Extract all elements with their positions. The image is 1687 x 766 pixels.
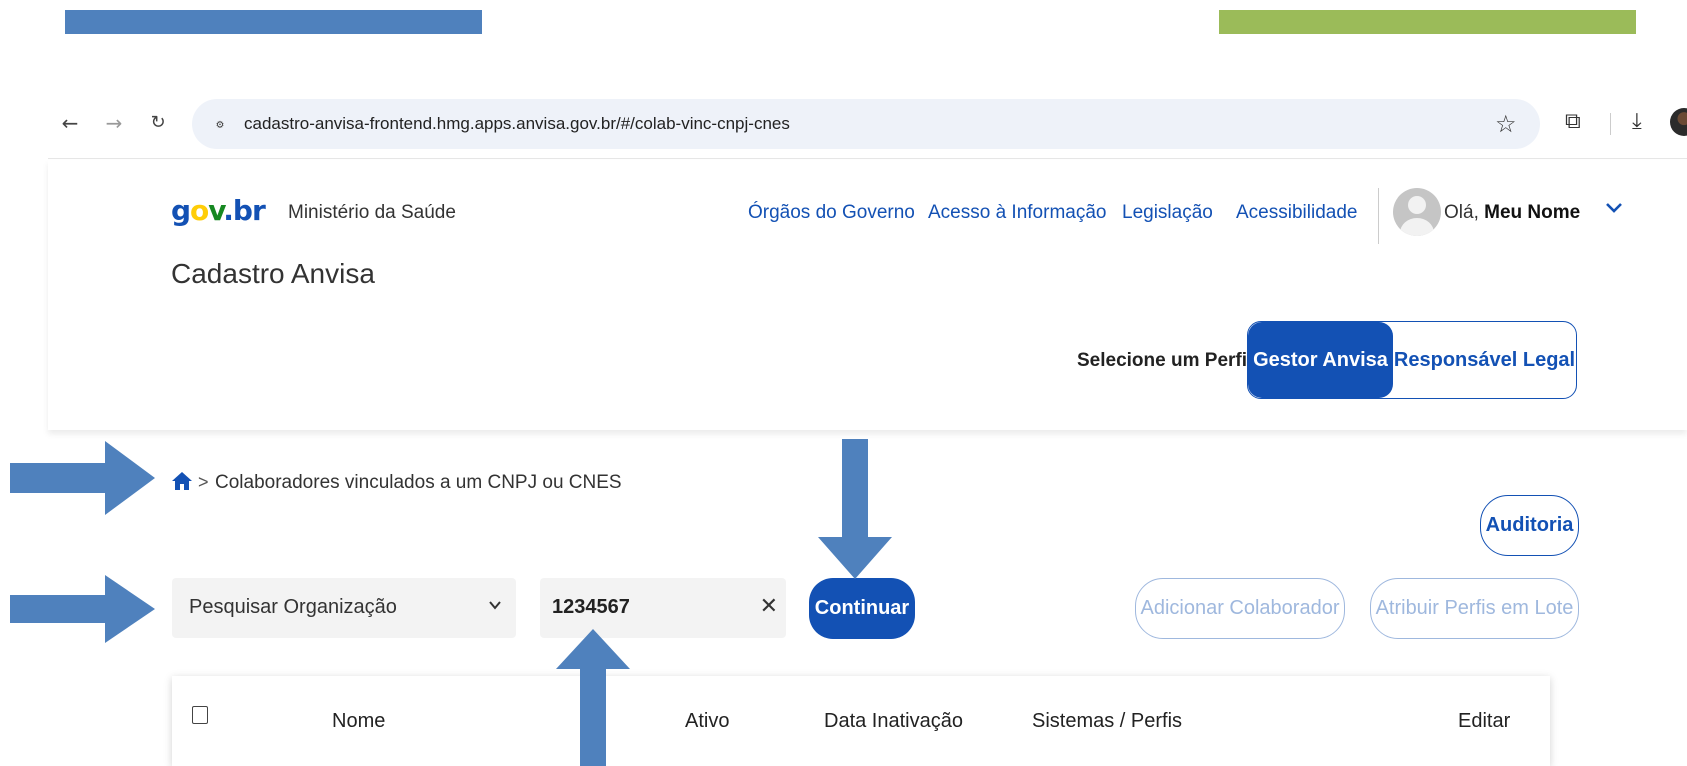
annotation-arrow-breadcrumb bbox=[10, 441, 155, 515]
user-avatar-icon[interactable] bbox=[1393, 188, 1441, 236]
link-acessibilidade[interactable]: Acessibilidade bbox=[1236, 202, 1357, 224]
download-icon[interactable]: ⤓ bbox=[1632, 109, 1642, 135]
link-legislacao[interactable]: Legislação bbox=[1122, 202, 1213, 224]
home-icon[interactable] bbox=[171, 471, 193, 491]
decorative-blue-bar bbox=[65, 10, 482, 34]
user-greeting[interactable]: Olá, Meu Nome bbox=[1444, 202, 1580, 224]
address-bar[interactable]: ⚙ cadastro-anvisa-frontend.hmg.apps.anvi… bbox=[192, 99, 1540, 149]
forward-arrow-icon[interactable]: → bbox=[102, 111, 126, 135]
annotation-arrow-continuar bbox=[818, 439, 892, 579]
header-divider bbox=[1378, 188, 1379, 244]
organization-select[interactable]: Pesquisar Organização bbox=[172, 578, 516, 638]
column-header-sistemas-perfis[interactable]: Sistemas / Perfis bbox=[1032, 710, 1182, 733]
ministry-name: Ministério da Saúde bbox=[288, 202, 456, 223]
extensions-icon[interactable]: ⧉ bbox=[1565, 109, 1581, 135]
browser-profile-avatar[interactable] bbox=[1670, 108, 1687, 136]
search-input-value[interactable]: 1234567 bbox=[552, 596, 630, 619]
adicionar-colaborador-button[interactable]: Adicionar Colaborador bbox=[1135, 578, 1345, 639]
govbr-logo[interactable]: gov.br bbox=[171, 194, 266, 227]
browser-toolbar: ← → ↻ ⚙ cadastro-anvisa-frontend.hmg.app… bbox=[48, 95, 1687, 159]
greeting-prefix: Olá, bbox=[1444, 202, 1479, 223]
toolbar-divider bbox=[1610, 113, 1611, 135]
collaborators-table: Nome Ativo Data Inativação Sistemas / Pe… bbox=[172, 676, 1550, 766]
clear-icon[interactable]: ✕ bbox=[760, 594, 778, 619]
user-name: Meu Nome bbox=[1484, 202, 1581, 223]
app-title: Cadastro Anvisa bbox=[171, 258, 375, 289]
site-info-icon[interactable]: ⚙ bbox=[210, 114, 230, 134]
annotation-arrow-input bbox=[556, 629, 630, 766]
reload-icon[interactable]: ↻ bbox=[146, 111, 170, 135]
continuar-button[interactable]: Continuar bbox=[809, 578, 915, 639]
link-acesso-informacao[interactable]: Acesso à Informação bbox=[928, 202, 1106, 224]
breadcrumb-separator: > bbox=[198, 472, 209, 492]
column-header-nome[interactable]: Nome bbox=[332, 710, 385, 733]
perfil-selector: Gestor Anvisa Responsável Legal bbox=[1247, 321, 1577, 399]
bookmark-star-icon[interactable]: ☆ bbox=[1495, 110, 1517, 138]
annotation-arrow-select bbox=[10, 575, 155, 643]
perfil-gestor-anvisa-button[interactable]: Gestor Anvisa bbox=[1248, 322, 1393, 398]
perfil-label: Selecione um Perfil: bbox=[1077, 350, 1259, 371]
perfil-responsavel-legal-button[interactable]: Responsável Legal bbox=[1393, 322, 1576, 398]
chevron-down-icon[interactable] bbox=[1604, 198, 1624, 224]
site-header: gov.br Ministério da Saúde Órgãos do Gov… bbox=[48, 160, 1687, 430]
breadcrumb-current: Colaboradores vinculados a um CNPJ ou CN… bbox=[215, 472, 622, 493]
decorative-green-bar bbox=[1219, 10, 1636, 34]
link-orgaos-governo[interactable]: Órgãos do Governo bbox=[748, 202, 915, 224]
column-header-data-inativacao[interactable]: Data Inativação bbox=[824, 710, 963, 733]
atribuir-perfis-lote-button[interactable]: Atribuir Perfis em Lote bbox=[1370, 578, 1579, 639]
column-header-ativo[interactable]: Ativo bbox=[685, 710, 729, 733]
column-header-editar[interactable]: Editar bbox=[1458, 710, 1510, 733]
select-value: Pesquisar Organização bbox=[189, 596, 397, 618]
auditoria-button[interactable]: Auditoria bbox=[1480, 495, 1579, 556]
url-text[interactable]: cadastro-anvisa-frontend.hmg.apps.anvisa… bbox=[244, 114, 790, 134]
back-arrow-icon[interactable]: ← bbox=[58, 111, 82, 135]
select-all-checkbox[interactable] bbox=[192, 706, 208, 724]
select-caret-icon bbox=[488, 592, 502, 617]
